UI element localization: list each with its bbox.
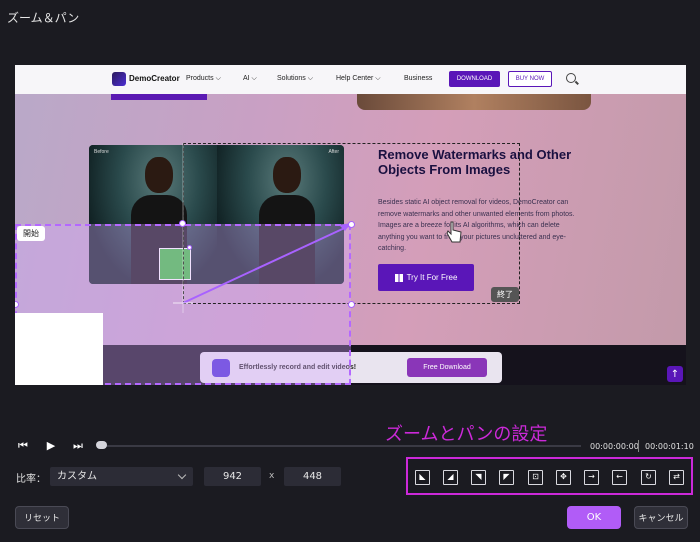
zoom-out-center-icon[interactable]: ✥ — [556, 470, 571, 485]
start-box-right-handle[interactable] — [348, 301, 355, 308]
height-input[interactable]: 448 — [284, 467, 341, 486]
cancel-button[interactable]: キャンセル — [634, 506, 688, 529]
ratio-selected: カスタム — [57, 471, 97, 482]
zoom-pan-settings-label: ズームとパンの設定 — [385, 424, 548, 445]
time-separator — [638, 440, 639, 452]
total-time: 00:00:01:10 — [645, 442, 694, 451]
video-preview[interactable]: DemoCreator Products ⌵ AI ⌵ Solutions ⌵ … — [15, 65, 686, 385]
pan-horizontal-icon[interactable]: ⇄ — [669, 470, 684, 485]
start-box-top-right-handle[interactable] — [348, 221, 355, 228]
ok-button[interactable]: OK — [567, 506, 621, 529]
ratio-label: 比率： — [16, 474, 46, 485]
step-forward-icon[interactable]: ⏭ — [71, 439, 85, 452]
zoom-in-top-left-icon[interactable]: ◣ — [415, 470, 430, 485]
width-input[interactable]: 942 — [204, 467, 261, 486]
rotate-icon[interactable]: ↻ — [641, 470, 656, 485]
end-tag: 終了 — [491, 287, 519, 302]
zoom-out-top-right-icon[interactable]: ◥ — [471, 470, 486, 485]
marker-handle[interactable] — [187, 245, 192, 250]
cursor-hand-icon — [446, 221, 462, 243]
preset-panel: ◣ ◢ ◥ ◤ ⊡ ✥ → ← ↻ ⇄ — [406, 457, 693, 495]
start-tag: 開始 — [17, 226, 45, 241]
play-icon[interactable]: ▶ — [44, 439, 58, 452]
times-sign: x — [269, 471, 275, 481]
step-back-icon[interactable]: ⏮ — [16, 439, 30, 452]
ratio-select[interactable]: カスタム — [50, 467, 193, 486]
reset-button[interactable]: リセット — [15, 506, 69, 529]
chevron-down-icon — [177, 470, 187, 480]
zoom-in-top-right-icon[interactable]: ◢ — [443, 470, 458, 485]
timeline: ⏮ ▶ ⏭ 00:00:00:00 00:00:01:10 — [0, 430, 700, 460]
pan-left-icon[interactable]: ← — [612, 470, 627, 485]
pan-right-icon[interactable]: → — [584, 470, 599, 485]
current-time: 00:00:00:00 — [590, 442, 639, 451]
dialog-title: ズーム＆パン — [7, 11, 80, 25]
zoom-out-top-left-icon[interactable]: ◤ — [499, 470, 514, 485]
zoom-in-center-icon[interactable]: ⊡ — [528, 470, 543, 485]
timeline-scrubber[interactable] — [96, 441, 107, 449]
start-box-top-handle[interactable] — [179, 220, 186, 227]
